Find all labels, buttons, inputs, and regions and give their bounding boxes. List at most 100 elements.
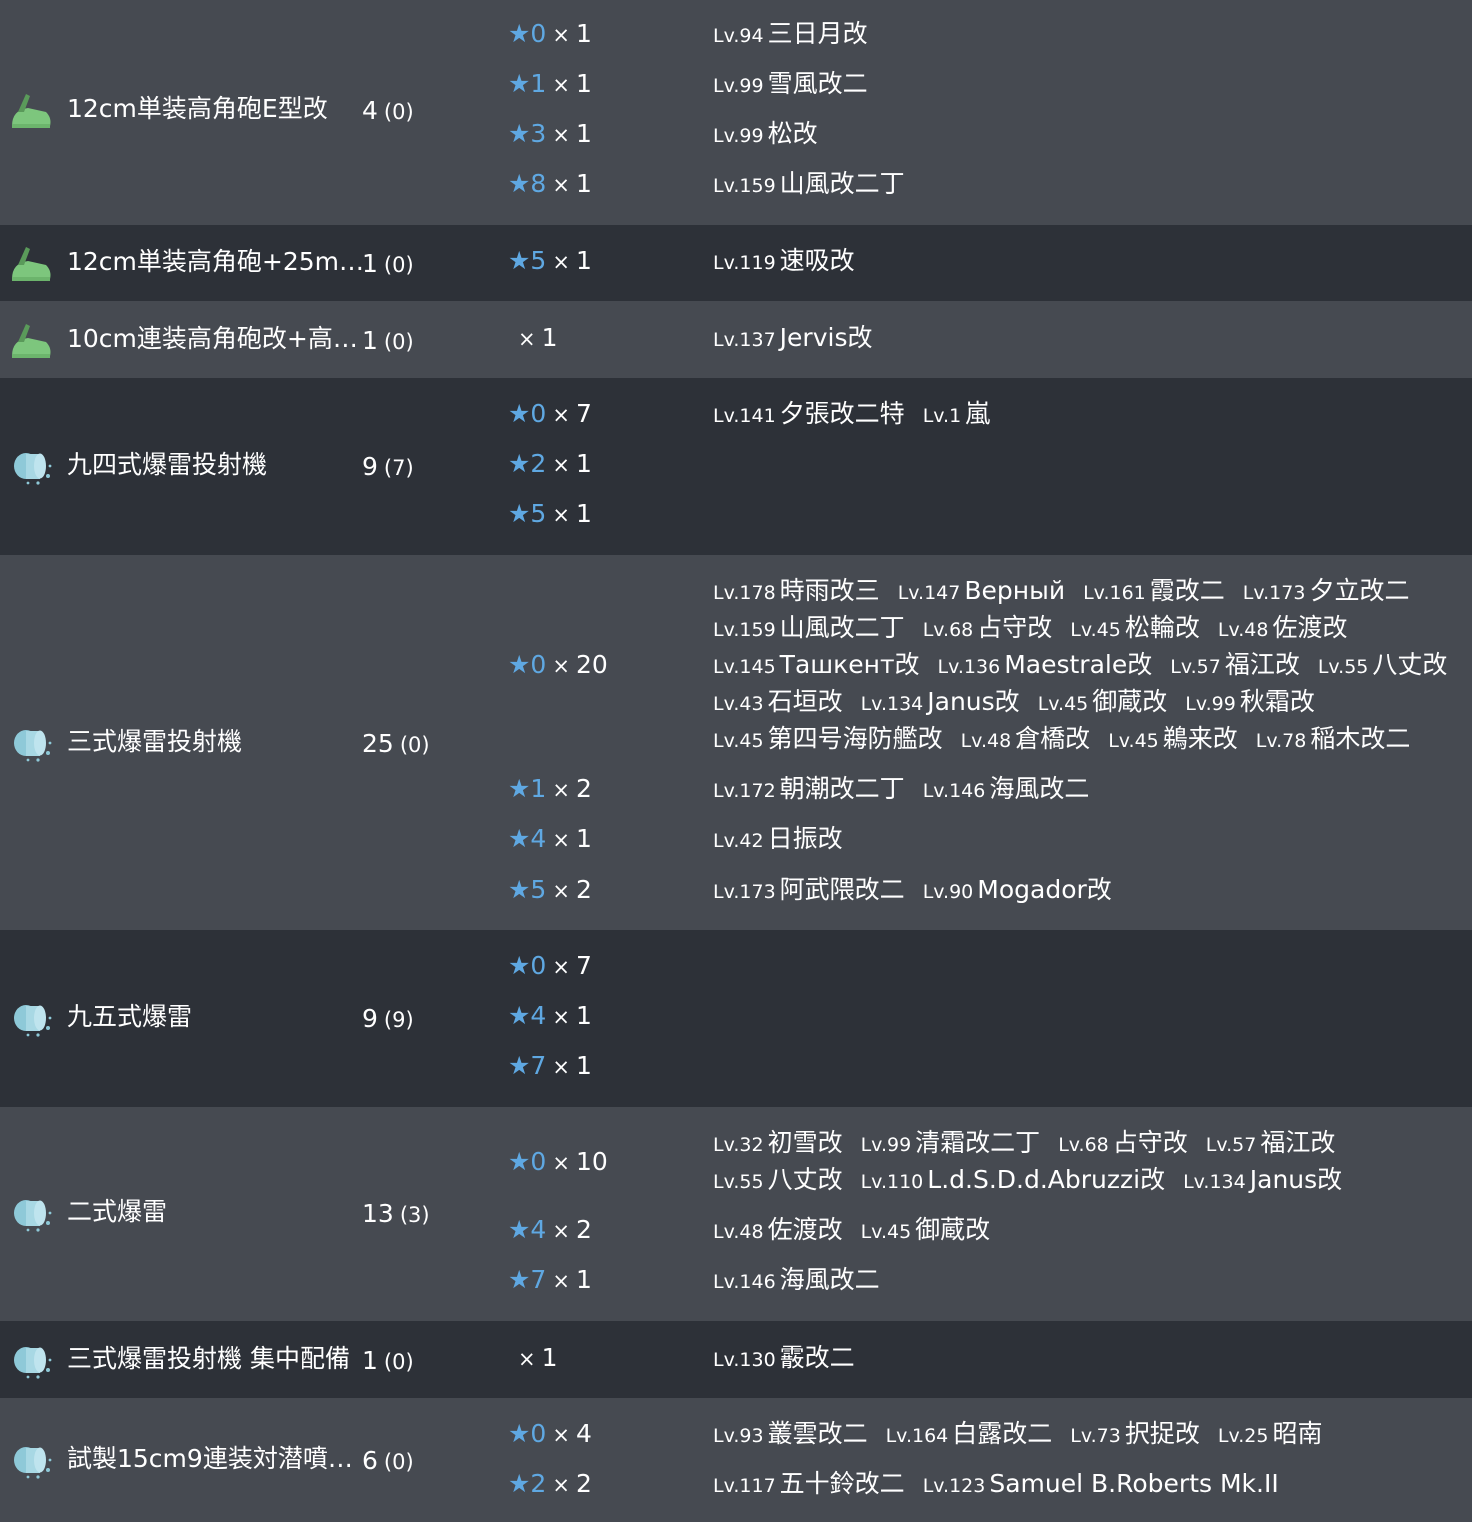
ship-level: Lv.55 — [1317, 656, 1369, 678]
ship-level: Lv.32 — [713, 1134, 764, 1156]
ship-entry[interactable]: Lv.136 Maestrale改 — [938, 650, 1153, 679]
quantity: 1 — [575, 1265, 592, 1294]
ship-entry[interactable]: Lv.141 夕張改二特 — [713, 399, 905, 428]
gun-icon — [8, 90, 54, 130]
ship-entry[interactable]: Lv.57 福江改 — [1170, 650, 1300, 679]
improvement-level: ★4 × 1 — [508, 822, 592, 857]
quantity: 1 — [541, 323, 558, 352]
equipment-name: 12cm単装高角砲E型改 — [67, 94, 328, 123]
charge-icon — [8, 723, 54, 763]
equipment-row[interactable]: 九五式爆雷 9 (9) ★0 × 7 ★4 × 1 ★7 × 1 — [0, 930, 1472, 1107]
ship-entry[interactable]: Lv.159 山風改二丁 — [713, 169, 905, 198]
ship-list: Lv.45 第四号海防艦改 Lv.48 倉橋改 Lv.45 鵜来改 Lv.78 稲木改二 — [713, 722, 1428, 758]
ship-entry[interactable]: Lv.130 霰改二 — [713, 1343, 855, 1372]
ship-entry[interactable]: Lv.48 倉橋改 — [961, 724, 1091, 753]
multiply-sign: × — [552, 1055, 570, 1079]
ship-entry[interactable]: Lv.134 Janus改 — [1183, 1165, 1342, 1194]
ship-entry[interactable]: Lv.99 松改 — [713, 119, 818, 148]
ship-entry[interactable]: Lv.145 Ташкент改 — [713, 650, 920, 679]
ship-entry[interactable]: Lv.134 Janus改 — [861, 687, 1020, 716]
equipment-row[interactable]: 三式爆雷投射機 集中配備 1 (0) × 1 Lv.130 霰改二 — [0, 1321, 1472, 1398]
ship-entry[interactable]: Lv.146 海風改二 — [713, 1265, 880, 1294]
ship-entry[interactable]: Lv.99 清霜改二丁 — [861, 1128, 1041, 1157]
ship-entry[interactable]: Lv.99 秋霜改 — [1185, 687, 1315, 716]
ship-list: Lv.93 叢雲改二 Lv.164 白露改二 Lv.73 択捉改 Lv.25 昭南 — [713, 1417, 1340, 1453]
ship-entry[interactable]: Lv.99 雪風改二 — [713, 69, 868, 98]
ship-list: Lv.117 五十鈴改二 Lv.123 Samuel B.Roberts Mk.II — [713, 1467, 1297, 1503]
ship-entry[interactable]: Lv.159 山風改二丁 — [713, 613, 905, 642]
ship-entry[interactable]: Lv.78 稲木改二 — [1256, 724, 1411, 753]
ship-entry[interactable]: Lv.178 時雨改三 — [713, 576, 880, 605]
ship-entry[interactable]: Lv.123 Samuel B.Roberts Mk.II — [923, 1469, 1279, 1498]
ship-name: 佐渡改 — [767, 1215, 843, 1244]
ship-entry[interactable]: Lv.45 御蔵改 — [1038, 687, 1168, 716]
improvement-level: ★1 × 2 — [508, 772, 592, 807]
ship-level: Lv.119 — [713, 252, 776, 274]
ship-entry[interactable]: Lv.48 佐渡改 — [713, 1215, 843, 1244]
ship-entry[interactable]: Lv.68 占守改 — [1058, 1128, 1188, 1157]
ship-name: 雪風改二 — [767, 69, 868, 98]
ship-entry[interactable]: Lv.25 昭南 — [1218, 1419, 1323, 1448]
star-level: 0 — [530, 399, 547, 428]
ship-entry[interactable]: Lv.55 八丈改 — [713, 1165, 843, 1194]
equipment-row[interactable]: 三式爆雷投射機 25 (0) ★0 × 20 Lv.178 時雨改三 Lv.147 Верный L… — [0, 555, 1472, 930]
ship-entry[interactable]: Lv.173 阿武隈改二 — [713, 875, 905, 904]
ship-name: 御蔵改 — [915, 1215, 991, 1244]
ship-name: 嵐 — [965, 399, 991, 428]
ship-list: Lv.43 石垣改 Lv.134 Janus改 Lv.45 御蔵改 Lv.99 秋霜改 — [713, 685, 1333, 721]
multiply-sign: × — [552, 403, 570, 427]
ship-entry[interactable]: Lv.94 三日月改 — [713, 19, 868, 48]
ship-entry[interactable]: Lv.73 択捉改 — [1070, 1419, 1200, 1448]
ship-entry[interactable]: Lv.45 第四号海防艦改 — [713, 724, 943, 753]
ship-name: 速吸改 — [779, 246, 855, 275]
ship-list: Lv.99 雪風改二 — [713, 67, 886, 103]
quantity: 1 — [541, 1343, 558, 1372]
ship-entry[interactable]: Lv.147 Верный — [898, 576, 1065, 605]
equipment-row[interactable]: 試製15cm9連装対潜噴… 6 (0) ★0 × 4 Lv.93 叢雲改二 Lv.164 白露改二… — [0, 1398, 1472, 1522]
ship-entry[interactable]: Lv.45 御蔵改 — [861, 1215, 991, 1244]
improvement-level: ★0 × 10 — [508, 1145, 608, 1180]
count-unused: (7) — [383, 456, 414, 480]
ship-name: Ташкент改 — [779, 650, 920, 679]
star-icon: ★ — [508, 69, 531, 98]
ship-entry[interactable]: Lv.48 佐渡改 — [1218, 613, 1348, 642]
star-icon: ★ — [508, 951, 531, 980]
ship-entry[interactable]: Lv.172 朝潮改二丁 — [713, 774, 905, 803]
ship-entry[interactable]: Lv.68 占守改 — [923, 613, 1053, 642]
star-icon: ★ — [508, 499, 531, 528]
equipment-row[interactable]: 10cm連装高角砲改+高… 1 (0) × 1 Lv.137 Jervis改 — [0, 301, 1472, 378]
ship-list: Lv.42 日振改 — [713, 822, 861, 858]
ship-entry[interactable]: Lv.90 Mogador改 — [923, 875, 1112, 904]
ship-entry[interactable]: Lv.164 白露改二 — [886, 1419, 1053, 1448]
ship-entry[interactable]: Lv.93 叢雲改二 — [713, 1419, 868, 1448]
ship-entry[interactable]: Lv.110 L.d.S.D.d.Abruzzi改 — [861, 1165, 1165, 1194]
count-unused: (0) — [383, 253, 414, 277]
ship-entry[interactable]: Lv.117 五十鈴改二 — [713, 1469, 905, 1498]
star-icon: ★ — [508, 1147, 531, 1176]
ship-entry[interactable]: Lv.161 霞改二 — [1083, 576, 1225, 605]
ship-entry[interactable]: Lv.43 石垣改 — [713, 687, 843, 716]
count-unused: (0) — [383, 330, 414, 354]
ship-entry[interactable]: Lv.173 夕立改二 — [1243, 576, 1410, 605]
equipment-row[interactable]: 二式爆雷 13 (3) ★0 × 10 Lv.32 初雪改 Lv.99 清霜改二丁 Lv.68 占守改… — [0, 1107, 1472, 1321]
ship-entry[interactable]: Lv.32 初雪改 — [713, 1128, 843, 1157]
ship-entry[interactable]: Lv.57 福江改 — [1206, 1128, 1336, 1157]
ship-entry[interactable]: Lv.42 日振改 — [713, 824, 843, 853]
quantity: 4 — [575, 1419, 592, 1448]
ship-entry[interactable]: Lv.119 速吸改 — [713, 246, 855, 275]
equipment-row[interactable]: 12cm単装高角砲+25m… 1 (0) ★5 × 1 Lv.119 速吸改 — [0, 225, 1472, 301]
ship-level: Lv.25 — [1217, 1425, 1269, 1447]
star-level: 1 — [530, 774, 547, 803]
ship-entry[interactable]: Lv.55 八丈改 — [1318, 650, 1448, 679]
ship-entry[interactable]: Lv.137 Jervis改 — [713, 323, 872, 352]
ship-entry[interactable]: Lv.146 海風改二 — [923, 774, 1090, 803]
star-icon: ★ — [508, 246, 531, 275]
ship-entry[interactable]: Lv.1 嵐 — [923, 399, 991, 428]
improvement-level: × 1 — [512, 1341, 558, 1376]
ship-level: Lv.43 — [713, 693, 764, 715]
equipment-row[interactable]: 12cm単装高角砲E型改 4 (0) ★0 × 1 Lv.94 三日月改 ★1 × 1 Lv.99 雪風… — [0, 0, 1472, 225]
equipment-row[interactable]: 九四式爆雷投射機 9 (7) ★0 × 7 Lv.141 夕張改二特 Lv.1 嵐 ★2 × 1 ★5 × 1 — [0, 378, 1472, 555]
ship-entry[interactable]: Lv.45 松輪改 — [1070, 613, 1200, 642]
ship-entry[interactable]: Lv.45 鵜来改 — [1108, 724, 1238, 753]
ship-level: Lv.146 — [713, 1271, 776, 1293]
